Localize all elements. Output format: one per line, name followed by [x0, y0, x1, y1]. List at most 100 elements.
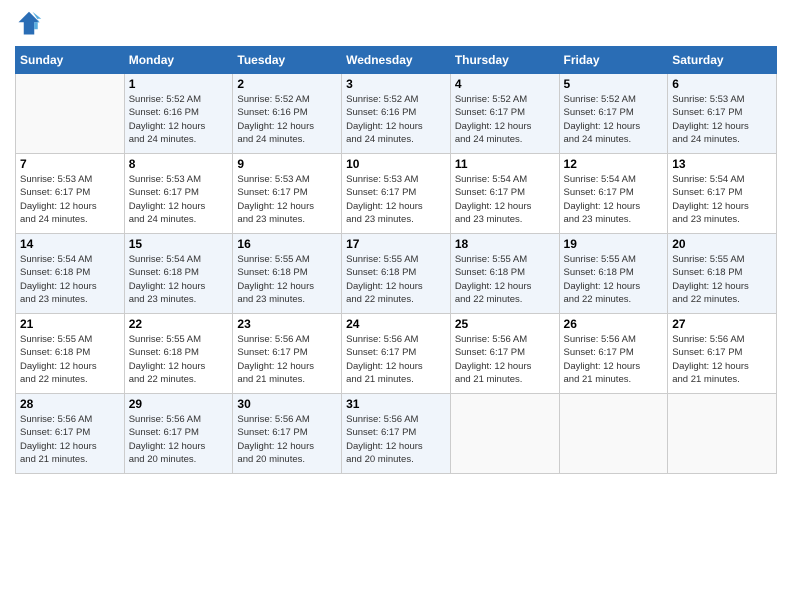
calendar-cell: 23Sunrise: 5:56 AM Sunset: 6:17 PM Dayli…: [233, 314, 342, 394]
day-info: Sunrise: 5:56 AM Sunset: 6:17 PM Dayligh…: [129, 413, 229, 466]
day-number: 22: [129, 317, 229, 331]
calendar-cell: 8Sunrise: 5:53 AM Sunset: 6:17 PM Daylig…: [124, 154, 233, 234]
day-info: Sunrise: 5:53 AM Sunset: 6:17 PM Dayligh…: [346, 173, 446, 226]
calendar-cell: [450, 394, 559, 474]
logo: [15, 10, 777, 38]
calendar-cell: 4 Sunrise: 5:52 AM Sunset: 6:17 PM Daylig…: [450, 74, 559, 154]
header-day-tuesday: Tuesday: [233, 47, 342, 74]
calendar-cell: 16 Sunrise: 5:55 AM Sunset: 6:18 PM Dayli…: [233, 234, 342, 314]
day-info: Sunrise: 5:54 AM Sunset: 6:18 PM Dayligh…: [129, 253, 229, 306]
header-day-saturday: Saturday: [668, 47, 777, 74]
day-number: 2: [237, 77, 337, 91]
day-number: 3: [346, 77, 446, 91]
day-number: 15: [129, 237, 229, 251]
calendar-cell: 18 Sunrise: 5:55 AM Sunset: 6:18 PM Dayli…: [450, 234, 559, 314]
header-day-thursday: Thursday: [450, 47, 559, 74]
day-info: Sunrise: 5:56 AM Sunset: 6:17 PM Dayligh…: [455, 333, 555, 386]
day-number: 12: [564, 157, 664, 171]
day-number: 1: [129, 77, 229, 91]
calendar-header-row: SundayMondayTuesdayWednesdayThursdayFrid…: [16, 47, 777, 74]
day-number: 23: [237, 317, 337, 331]
calendar-cell: 19 Sunrise: 5:55 AM Sunset: 6:18 PM Dayli…: [559, 234, 668, 314]
calendar-week-row: 1 Sunrise: 5:52 AM Sunset: 6:16 PM Daylig…: [16, 74, 777, 154]
calendar-cell: 20 Sunrise: 5:55 AM Sunset: 6:18 PM Dayli…: [668, 234, 777, 314]
day-info: Sunrise: 5:52 AM Sunset: 6:17 PM Dayligh…: [455, 93, 555, 146]
calendar-cell: 1Sunrise: 5:52 AM Sunset: 6:16 PM Daylig…: [124, 74, 233, 154]
day-info: Sunrise: 5:56 AM Sunset: 6:17 PM Dayligh…: [20, 413, 120, 466]
day-number: 19: [564, 237, 664, 251]
day-number: 28: [20, 397, 120, 411]
calendar-cell: 7 Sunrise: 5:53 AM Sunset: 6:17 PM Daylig…: [16, 154, 125, 234]
calendar-table: SundayMondayTuesdayWednesdayThursdayFrid…: [15, 46, 777, 474]
day-number: 25: [455, 317, 555, 331]
calendar-cell: 26Sunrise: 5:56 AM Sunset: 6:17 PM Dayli…: [559, 314, 668, 394]
calendar-cell: 9 Sunrise: 5:53 AM Sunset: 6:17 PM Daylig…: [233, 154, 342, 234]
calendar-cell: 5 Sunrise: 5:52 AM Sunset: 6:17 PM Daylig…: [559, 74, 668, 154]
calendar-cell: 30 Sunrise: 5:56 AM Sunset: 6:17 PM Dayli…: [233, 394, 342, 474]
day-number: 20: [672, 237, 772, 251]
calendar-cell: 12Sunrise: 5:54 AM Sunset: 6:17 PM Dayli…: [559, 154, 668, 234]
calendar-cell: 31 Sunrise: 5:56 AM Sunset: 6:17 PM Dayli…: [342, 394, 451, 474]
calendar-cell: 10Sunrise: 5:53 AM Sunset: 6:17 PM Dayli…: [342, 154, 451, 234]
calendar-cell: 2 Sunrise: 5:52 AM Sunset: 6:16 PM Daylig…: [233, 74, 342, 154]
day-info: Sunrise: 5:55 AM Sunset: 6:18 PM Dayligh…: [20, 333, 120, 386]
day-number: 21: [20, 317, 120, 331]
day-number: 18: [455, 237, 555, 251]
day-info: Sunrise: 5:55 AM Sunset: 6:18 PM Dayligh…: [455, 253, 555, 306]
day-info: Sunrise: 5:52 AM Sunset: 6:16 PM Dayligh…: [237, 93, 337, 146]
day-info: Sunrise: 5:54 AM Sunset: 6:18 PM Dayligh…: [20, 253, 120, 306]
calendar-cell: 14 Sunrise: 5:54 AM Sunset: 6:18 PM Dayli…: [16, 234, 125, 314]
day-info: Sunrise: 5:55 AM Sunset: 6:18 PM Dayligh…: [672, 253, 772, 306]
day-number: 31: [346, 397, 446, 411]
calendar-cell: 15 Sunrise: 5:54 AM Sunset: 6:18 PM Dayli…: [124, 234, 233, 314]
day-number: 24: [346, 317, 446, 331]
day-info: Sunrise: 5:56 AM Sunset: 6:17 PM Dayligh…: [346, 413, 446, 466]
generalblue-icon: [15, 10, 43, 38]
day-number: 6: [672, 77, 772, 91]
calendar-week-row: 21 Sunrise: 5:55 AM Sunset: 6:18 PM Dayli…: [16, 314, 777, 394]
calendar-cell: 6 Sunrise: 5:53 AM Sunset: 6:17 PM Daylig…: [668, 74, 777, 154]
calendar-cell: 21 Sunrise: 5:55 AM Sunset: 6:18 PM Dayli…: [16, 314, 125, 394]
day-info: Sunrise: 5:56 AM Sunset: 6:17 PM Dayligh…: [672, 333, 772, 386]
day-info: Sunrise: 5:53 AM Sunset: 6:17 PM Dayligh…: [672, 93, 772, 146]
day-info: Sunrise: 5:52 AM Sunset: 6:16 PM Dayligh…: [346, 93, 446, 146]
day-info: Sunrise: 5:52 AM Sunset: 6:17 PM Dayligh…: [564, 93, 664, 146]
day-number: 29: [129, 397, 229, 411]
calendar-cell: 3 Sunrise: 5:52 AM Sunset: 6:16 PM Daylig…: [342, 74, 451, 154]
day-number: 11: [455, 157, 555, 171]
day-number: 7: [20, 157, 120, 171]
calendar-cell: 13 Sunrise: 5:54 AM Sunset: 6:17 PM Dayli…: [668, 154, 777, 234]
day-info: Sunrise: 5:54 AM Sunset: 6:17 PM Dayligh…: [455, 173, 555, 226]
day-number: 16: [237, 237, 337, 251]
calendar-cell: 22 Sunrise: 5:55 AM Sunset: 6:18 PM Dayli…: [124, 314, 233, 394]
day-number: 5: [564, 77, 664, 91]
day-info: Sunrise: 5:53 AM Sunset: 6:17 PM Dayligh…: [237, 173, 337, 226]
calendar-cell: 29 Sunrise: 5:56 AM Sunset: 6:17 PM Dayli…: [124, 394, 233, 474]
day-info: Sunrise: 5:56 AM Sunset: 6:17 PM Dayligh…: [237, 413, 337, 466]
header-day-monday: Monday: [124, 47, 233, 74]
day-info: Sunrise: 5:54 AM Sunset: 6:17 PM Dayligh…: [672, 173, 772, 226]
calendar-cell: [16, 74, 125, 154]
calendar-cell: 28 Sunrise: 5:56 AM Sunset: 6:17 PM Dayli…: [16, 394, 125, 474]
calendar-cell: 25 Sunrise: 5:56 AM Sunset: 6:17 PM Dayli…: [450, 314, 559, 394]
day-info: Sunrise: 5:55 AM Sunset: 6:18 PM Dayligh…: [346, 253, 446, 306]
calendar-cell: [559, 394, 668, 474]
day-number: 30: [237, 397, 337, 411]
day-info: Sunrise: 5:55 AM Sunset: 6:18 PM Dayligh…: [129, 333, 229, 386]
day-info: Sunrise: 5:55 AM Sunset: 6:18 PM Dayligh…: [237, 253, 337, 306]
calendar-week-row: 7 Sunrise: 5:53 AM Sunset: 6:17 PM Daylig…: [16, 154, 777, 234]
day-info: Sunrise: 5:56 AM Sunset: 6:17 PM Dayligh…: [564, 333, 664, 386]
day-info: Sunrise: 5:55 AM Sunset: 6:18 PM Dayligh…: [564, 253, 664, 306]
calendar-cell: [668, 394, 777, 474]
day-number: 14: [20, 237, 120, 251]
calendar-cell: 11 Sunrise: 5:54 AM Sunset: 6:17 PM Dayli…: [450, 154, 559, 234]
day-info: Sunrise: 5:56 AM Sunset: 6:17 PM Dayligh…: [346, 333, 446, 386]
day-number: 4: [455, 77, 555, 91]
day-info: Sunrise: 5:53 AM Sunset: 6:17 PM Dayligh…: [20, 173, 120, 226]
day-number: 13: [672, 157, 772, 171]
day-number: 9: [237, 157, 337, 171]
calendar-cell: 27Sunrise: 5:56 AM Sunset: 6:17 PM Dayli…: [668, 314, 777, 394]
day-info: Sunrise: 5:53 AM Sunset: 6:17 PM Dayligh…: [129, 173, 229, 226]
calendar-cell: 17Sunrise: 5:55 AM Sunset: 6:18 PM Dayli…: [342, 234, 451, 314]
calendar-cell: 24 Sunrise: 5:56 AM Sunset: 6:17 PM Dayli…: [342, 314, 451, 394]
